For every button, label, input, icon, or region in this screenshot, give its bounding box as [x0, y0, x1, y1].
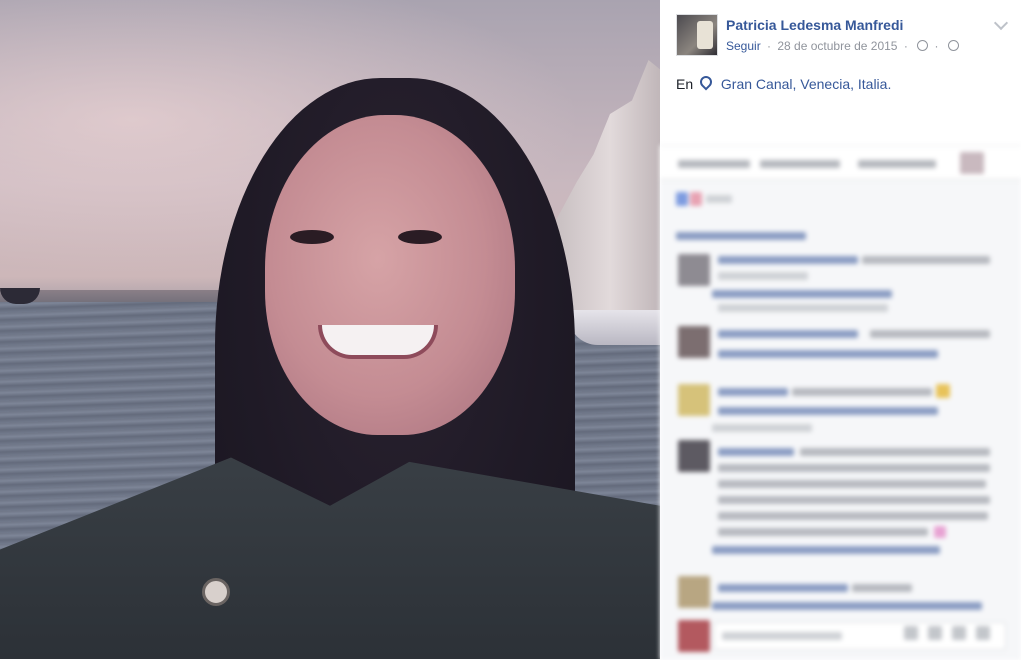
comment-text [718, 256, 858, 264]
photo-subject-smile [318, 325, 438, 359]
comment-actions[interactable] [712, 290, 892, 298]
reaction-icon [676, 192, 688, 206]
comments-section [660, 179, 1021, 660]
comment-actions[interactable] [718, 407, 938, 415]
comment-text [862, 256, 990, 264]
avatar-image [697, 21, 713, 49]
commenter-avatar[interactable] [678, 576, 710, 608]
comment-actions [718, 304, 888, 312]
author-name[interactable]: Patricia Ledesma Manfredi [726, 17, 903, 33]
emoji-icon[interactable] [976, 626, 990, 640]
comment-text [718, 272, 808, 280]
viewer-avatar [678, 620, 710, 652]
photo-subject-eye [398, 230, 442, 244]
view-more-comments[interactable] [676, 232, 806, 240]
meta-separator: · [767, 39, 772, 53]
globe-icon[interactable] [947, 40, 959, 51]
photo-jacket-button [202, 578, 230, 606]
comment-text [870, 330, 990, 338]
author-avatar[interactable] [676, 14, 718, 56]
comment-text [792, 388, 932, 396]
clock-icon [917, 40, 929, 51]
photo-subject-eye [290, 230, 334, 244]
location-prefix: En [676, 76, 694, 92]
sticker-icon[interactable] [952, 626, 966, 640]
comment-text [718, 330, 858, 338]
map-pin-icon [697, 73, 715, 91]
comment-text [718, 584, 848, 592]
comment-actions[interactable] [718, 350, 938, 358]
photo-boat [568, 310, 660, 345]
reaction-count [706, 195, 732, 203]
meta-separator: · [934, 39, 939, 53]
comment-text [718, 512, 988, 520]
comment-text [718, 464, 990, 472]
comment-actions[interactable] [712, 602, 982, 610]
comment-input-placeholder [722, 632, 842, 640]
photo-viewer[interactable] [0, 0, 660, 659]
camera-icon[interactable] [904, 626, 918, 640]
share-action[interactable] [858, 160, 936, 168]
emoji-icon [934, 526, 946, 538]
location-link[interactable]: Gran Canal, Venecia, Italia. [721, 76, 891, 92]
follow-link[interactable]: Seguir [726, 39, 761, 53]
commenter-avatar[interactable] [678, 440, 710, 472]
meta-separator: · [903, 39, 908, 53]
post-meta: Seguir · 28 de octubre de 2015 · · [726, 39, 959, 53]
commenter-avatar[interactable] [678, 326, 710, 358]
comment-text [800, 448, 990, 456]
reaction-icon [690, 192, 702, 206]
commenter-avatar[interactable] [678, 384, 710, 416]
post-side-panel: Patricia Ledesma Manfredi Seguir · 28 de… [660, 0, 1021, 660]
emoji-icon [936, 384, 950, 398]
comment-actions[interactable] [712, 546, 940, 554]
post-action-bar [660, 145, 1021, 180]
comment-text [718, 388, 788, 396]
commenter-avatar[interactable] [678, 254, 710, 286]
viewer-avatar [960, 152, 984, 174]
gif-icon[interactable] [928, 626, 942, 640]
comment-action[interactable] [760, 160, 840, 168]
comment-text [718, 448, 794, 456]
post-location: En Gran Canal, Venecia, Italia. [676, 73, 891, 92]
comment-text [718, 496, 990, 504]
like-action[interactable] [678, 160, 750, 168]
comment-text [718, 480, 986, 488]
comment-text [852, 584, 912, 592]
comment-text [718, 528, 928, 536]
post-header: Patricia Ledesma Manfredi Seguir · 28 de… [676, 14, 1009, 56]
photo-subject-face [265, 115, 515, 435]
comment-actions [712, 424, 812, 432]
post-date[interactable]: 28 de octubre de 2015 [777, 39, 897, 53]
chevron-down-icon[interactable] [993, 15, 1009, 31]
